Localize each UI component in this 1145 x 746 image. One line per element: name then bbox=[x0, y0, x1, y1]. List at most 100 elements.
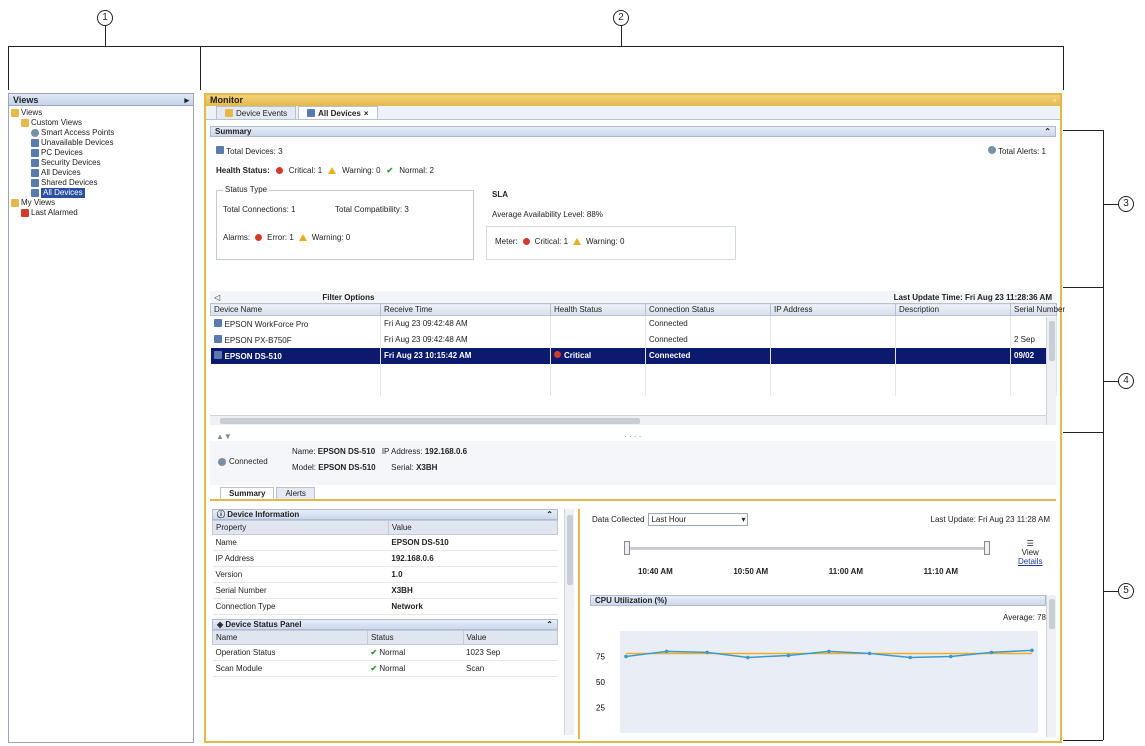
column-header[interactable]: Connection Status bbox=[645, 303, 771, 316]
warning-count[interactable]: Warning: 0 bbox=[342, 166, 380, 175]
collapse-icon[interactable]: ⌃ bbox=[546, 510, 553, 520]
property-row: Name EPSON DS-510 bbox=[212, 534, 558, 551]
total-devices: Total Devices: 3 bbox=[216, 146, 283, 156]
plot-area bbox=[620, 631, 1038, 733]
tree-item[interactable]: Last Alarmed bbox=[11, 208, 191, 218]
tree-item[interactable]: PC Devices bbox=[11, 148, 191, 158]
slider-handle-start[interactable] bbox=[624, 541, 630, 555]
collapse-icon[interactable]: ⌃ bbox=[1044, 127, 1051, 137]
device-information-table: Property Value Name EPSON DS-510 IP Address… bbox=[212, 520, 559, 615]
cell-conn: Connected bbox=[645, 315, 771, 332]
property-name: Serial Number bbox=[212, 582, 389, 599]
slider-handle-end[interactable] bbox=[984, 541, 990, 555]
cell-time: Fri Aug 23 09:42:48 AM bbox=[380, 331, 551, 348]
chart-last-update: Last Update: Fri Aug 23 11:28 AM bbox=[930, 515, 1050, 524]
timeline-slider[interactable] bbox=[628, 547, 988, 550]
empty-cell bbox=[380, 363, 551, 380]
folder-icon bbox=[11, 199, 19, 207]
table-row[interactable]: EPSON DS-510 Fri Aug 23 10:15:42 AM Critic… bbox=[210, 347, 1057, 364]
meter-box: Meter: Critical: 1 Warning: 0 bbox=[486, 226, 736, 260]
chart-range: Data Collected Last Hour ▾ bbox=[592, 513, 749, 526]
table-vertical-scrollbar[interactable] bbox=[1046, 317, 1056, 425]
tab-summary[interactable]: Summary bbox=[220, 487, 275, 499]
tree-item[interactable]: Smart Access Points bbox=[11, 128, 191, 138]
column-header[interactable]: Health Status bbox=[550, 303, 646, 316]
chart-average: Average: 78 bbox=[1003, 613, 1046, 622]
tree-item[interactable]: Shared Devices bbox=[11, 178, 191, 188]
tree-item-label: My Views bbox=[21, 198, 56, 207]
tab-device-events[interactable]: Device Events bbox=[216, 106, 297, 119]
view-details-link[interactable]: ☰ View Details bbox=[1018, 539, 1042, 566]
tree-item[interactable]: Security Devices bbox=[11, 158, 191, 168]
chart-header: CPU Utilization (%) bbox=[590, 595, 1046, 606]
tab-all-devices[interactable]: All Devices × bbox=[298, 106, 378, 119]
table-horizontal-scrollbar[interactable] bbox=[210, 415, 1046, 425]
tree-item[interactable]: All Devices bbox=[11, 188, 191, 198]
column-header[interactable]: IP Address bbox=[770, 303, 896, 316]
tree-item[interactable]: My Views bbox=[11, 198, 191, 208]
timeline-labels: 10:40 AM 10:50 AM 11:00 AM 11:10 AM bbox=[638, 567, 958, 576]
tree-item[interactable]: Views bbox=[11, 108, 191, 118]
table-row[interactable]: EPSON PX-B750F Fri Aug 23 09:42:48 AM Conn… bbox=[210, 331, 1057, 348]
column-header[interactable]: Device Name bbox=[210, 303, 381, 316]
property-value: X3BH bbox=[388, 582, 558, 599]
status-row: Scan Module ✔ Normal Scan bbox=[212, 660, 558, 677]
critical-count[interactable]: Critical: 1 bbox=[289, 166, 322, 175]
tab-alerts[interactable]: Alerts bbox=[276, 487, 315, 499]
status-cell-k: Operation Status bbox=[212, 644, 368, 661]
tree-item-label: Unavailable Devices bbox=[41, 138, 114, 147]
monitor-tabs: Device Events All Devices × bbox=[206, 106, 1060, 120]
data-point bbox=[949, 654, 953, 659]
device-table-panel: ◁ Filter Options Last Update Time: Fri A… bbox=[210, 291, 1065, 431]
time-range-select[interactable]: Last Hour ▾ bbox=[648, 513, 749, 526]
chevron-down-icon: ▾ bbox=[741, 515, 746, 524]
callout-4: 4 bbox=[1118, 373, 1134, 389]
properties-scrollbar[interactable] bbox=[564, 509, 574, 735]
data-point bbox=[664, 649, 669, 654]
health-status-row: Health Status: Critical: 1 Warning: 0 ✔ N… bbox=[216, 166, 434, 175]
chart-scrollbar[interactable] bbox=[1046, 595, 1056, 737]
empty-cell bbox=[550, 363, 646, 380]
column-header[interactable]: Description bbox=[895, 303, 1011, 316]
data-point bbox=[624, 654, 628, 659]
tree-item-label: All Devices bbox=[41, 168, 81, 177]
property-value: Network bbox=[388, 598, 558, 615]
column-header[interactable]: Receive Time bbox=[380, 303, 551, 316]
cell-conn: Connected bbox=[645, 331, 771, 348]
user-icon bbox=[31, 129, 39, 137]
error-icon bbox=[255, 234, 263, 241]
normal-count[interactable]: Normal: 2 bbox=[399, 166, 434, 175]
device-icon bbox=[213, 350, 222, 359]
details-icon: ☰ bbox=[1026, 539, 1034, 548]
data-point bbox=[989, 650, 994, 655]
empty-cell bbox=[210, 363, 381, 380]
splitter[interactable]: ▲▼ · · · · bbox=[216, 432, 1056, 441]
empty-cell bbox=[645, 363, 771, 380]
column-header[interactable]: Serial Number bbox=[1010, 303, 1065, 316]
empty-row bbox=[210, 363, 1057, 380]
device-table: Device Name Receive Time Health Status Conn… bbox=[210, 303, 1065, 396]
empty-cell bbox=[770, 363, 896, 380]
y-tick-label: 50 bbox=[596, 678, 605, 687]
events-icon bbox=[225, 109, 233, 117]
total-alerts[interactable]: Total Alerts: 1 bbox=[987, 146, 1046, 156]
tree-item[interactable]: All Devices bbox=[11, 168, 191, 178]
monitor-window: Monitor ▫ Device Events All Devices × Summ… bbox=[204, 93, 1065, 743]
views-navigation-pane: Views ▸ Views Custom Views Smart Access Poi… bbox=[8, 93, 194, 743]
collapse-icon[interactable]: ⌃ bbox=[546, 620, 553, 630]
cell-name: EPSON WorkForce Pro bbox=[210, 315, 381, 332]
filter-toggle[interactable]: ◁ Filter Options bbox=[214, 293, 374, 302]
data-point bbox=[827, 649, 831, 654]
monitor-title: Monitor ▫ bbox=[206, 95, 1060, 106]
close-icon[interactable]: × bbox=[364, 109, 369, 118]
tree-item[interactable]: Unavailable Devices bbox=[11, 138, 191, 148]
empty-cell bbox=[210, 379, 381, 396]
alarms-row: Alarms: Error: 1 Warning: 0 bbox=[223, 233, 351, 242]
total-connections: Total Connections: 1 bbox=[223, 205, 296, 214]
timeline-label: 10:50 AM bbox=[733, 567, 769, 576]
tree-item[interactable]: Custom Views bbox=[11, 118, 191, 128]
cpu-utilization-chart: 75 50 25 bbox=[596, 631, 1038, 733]
connection-status: Connected bbox=[218, 457, 268, 466]
tree-item-label: Views bbox=[21, 108, 43, 117]
table-row[interactable]: EPSON WorkForce Pro Fri Aug 23 09:42:48 A… bbox=[210, 315, 1057, 332]
